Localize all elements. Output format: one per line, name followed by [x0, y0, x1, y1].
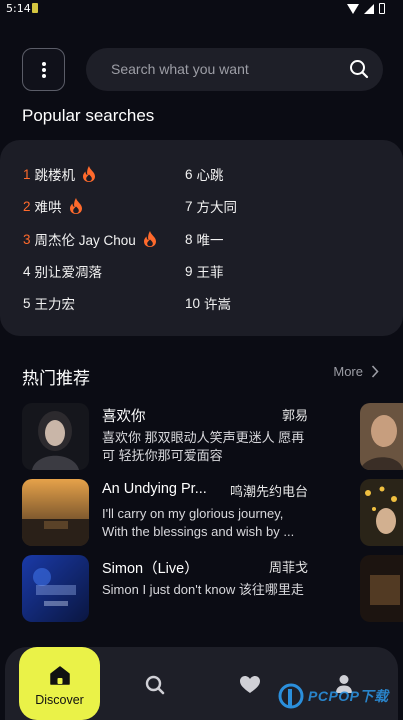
song-cover: [22, 479, 89, 546]
popular-item[interactable]: 9 王菲: [185, 261, 224, 281]
nav-discover[interactable]: Discover: [19, 647, 100, 720]
song-cover: [22, 555, 89, 622]
rank-number: 4: [23, 263, 31, 279]
watermark-text: PCPOP下载: [308, 688, 389, 704]
song-artist: 郭易: [281, 408, 308, 423]
rank-number: 1: [23, 166, 31, 182]
rank-number: 8: [185, 231, 193, 247]
song-cover: [22, 403, 89, 470]
search-term: 难哄: [34, 200, 62, 215]
popular-item[interactable]: 2 难哄: [23, 196, 83, 216]
chevron-right-icon: [371, 365, 379, 378]
notification-icon: [32, 3, 38, 13]
search-term: 唯一: [196, 233, 224, 248]
popular-item[interactable]: 7 方大同: [185, 196, 237, 216]
song-artist: 周菲戈: [268, 560, 308, 575]
more-vertical-icon: [41, 61, 46, 78]
battery-icon: [379, 3, 385, 14]
song-description: Simon I just don't know 该往哪里走: [102, 582, 304, 597]
search-term: 周杰伦 Jay Chou: [34, 233, 136, 248]
song-item[interactable]: Simon（Live） 周菲戈 Simon I just don't know …: [22, 555, 312, 623]
popular-item[interactable]: 4 别让爱凋落: [23, 261, 102, 281]
song-title: 喜欢你: [102, 409, 146, 425]
nav-discover-label: Discover: [35, 693, 84, 707]
popular-item[interactable]: 5 王力宏: [23, 293, 75, 313]
search-bar[interactable]: Search what you want: [86, 48, 383, 91]
song-item[interactable]: An Undying Pr... 鸣潮先约电台 I'll carry on my…: [22, 479, 312, 547]
popular-item[interactable]: 8 唯一: [185, 229, 224, 249]
nav-search-icon[interactable]: [145, 675, 165, 695]
popular-item[interactable]: 10 许嵩: [185, 293, 231, 313]
song-artist: 鸣潮先约电台: [229, 484, 308, 499]
home-icon: [50, 666, 70, 685]
search-icon[interactable]: [349, 59, 369, 79]
popular-searches-card: 1 跳楼机 6 心跳 2 难哄 7 方大同 3 周杰伦 Jay Chou 8 唯…: [0, 140, 403, 336]
song-title: An Undying Pr...: [102, 481, 207, 497]
popular-item[interactable]: 6 心跳: [185, 164, 224, 184]
rank-number: 5: [23, 295, 31, 311]
next-song-cover[interactable]: [360, 403, 403, 470]
more-link[interactable]: More: [333, 364, 379, 379]
search-term: 王菲: [196, 265, 224, 280]
rank-number: 3: [23, 231, 31, 247]
flame-icon: [143, 231, 156, 247]
menu-button[interactable]: [22, 48, 65, 91]
search-term: 心跳: [196, 168, 224, 183]
search-term: 方大同: [196, 200, 238, 215]
song-description: I'll carry on my glorious journey, With …: [102, 506, 295, 539]
search-term: 跳楼机: [34, 168, 76, 183]
watermark: PCPOP下载: [278, 683, 389, 709]
flame-icon: [83, 166, 96, 182]
next-song-cover[interactable]: [360, 555, 403, 622]
popular-item[interactable]: 1 跳楼机: [23, 164, 96, 184]
popular-searches-title: Popular searches: [22, 106, 155, 125]
hot-recommend-title: 热门推荐: [22, 369, 90, 388]
rank-number: 9: [185, 263, 193, 279]
status-bar: 5:14: [0, 0, 403, 18]
more-label: More: [333, 364, 363, 379]
rank-number: 6: [185, 166, 193, 182]
rank-number: 2: [23, 198, 31, 214]
rank-number: 7: [185, 198, 193, 214]
song-item[interactable]: 喜欢你 郭易 喜欢你 那双眼动人笑声更迷人 愿再可 轻抚你那可爱面容: [22, 403, 312, 471]
search-term: 王力宏: [34, 297, 76, 312]
watermark-logo-icon: [278, 683, 304, 709]
song-description: 喜欢你 那双眼动人笑声更迷人 愿再可 轻抚你那可爱面容: [102, 430, 305, 463]
song-title: Simon（Live）: [102, 561, 199, 577]
rank-number: 10: [185, 295, 201, 311]
search-placeholder: Search what you want: [111, 61, 249, 77]
wifi-icon: [347, 3, 359, 14]
popular-item[interactable]: 3 周杰伦 Jay Chou: [23, 229, 157, 249]
status-icons: [347, 3, 385, 14]
cell-signal-icon: [364, 3, 374, 14]
status-time: 5:14: [6, 2, 31, 15]
next-song-cover[interactable]: [360, 479, 403, 546]
search-term: 别让爱凋落: [34, 265, 103, 280]
flame-icon: [69, 198, 82, 214]
nav-heart-icon[interactable]: [239, 675, 261, 694]
search-term: 许嵩: [204, 297, 232, 312]
